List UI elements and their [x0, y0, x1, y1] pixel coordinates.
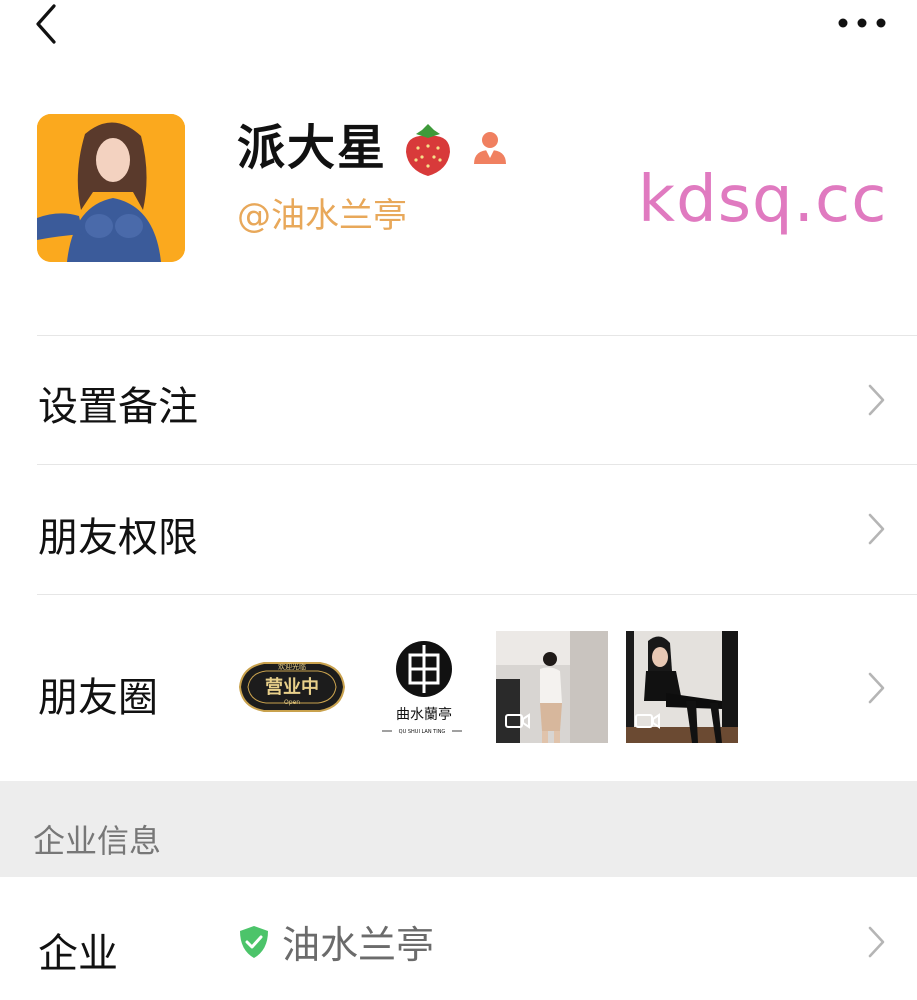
watermark-text: kdsq.cc — [638, 163, 888, 237]
video-photo — [496, 631, 608, 743]
chevron-right-icon — [868, 513, 885, 545]
company-name: 油水兰亭 — [282, 923, 435, 967]
section-title: 企业信息 — [33, 822, 162, 860]
open-sign-sub-text: Open — [284, 699, 300, 706]
open-sign-main-text: 营业中 — [265, 676, 319, 698]
back-button[interactable] — [32, 2, 68, 46]
set-remark-row[interactable]: 设置备注 — [0, 336, 917, 464]
set-remark-label: 设置备注 — [38, 384, 198, 430]
chevron-right-icon — [868, 672, 885, 704]
brand-logo-text: 曲水蘭亭 — [396, 706, 452, 723]
profile-handle: @油水兰亭 — [237, 196, 407, 236]
chevron-left-icon — [36, 4, 56, 44]
more-dots-icon — [838, 18, 886, 28]
chevron-right-icon — [868, 926, 885, 958]
friend-permissions-label: 朋友权限 — [38, 515, 198, 561]
chevron-right-icon — [868, 384, 885, 416]
moments-thumbnail[interactable]: 欢迎光临 营业中 Open — [236, 631, 348, 743]
moments-thumbnail[interactable]: 曲水蘭亭 QU SHUI LAN TING — [366, 631, 478, 743]
open-sign-top-text: 欢迎光临 — [278, 662, 306, 671]
friend-permissions-row[interactable]: 朋友权限 — [0, 465, 917, 594]
profile-name: 派大星 — [237, 120, 388, 176]
person-icon — [474, 132, 506, 164]
company-label: 企业 — [38, 931, 118, 977]
more-button[interactable] — [837, 12, 887, 34]
moments-label: 朋友圈 — [38, 675, 158, 721]
strawberry-icon — [406, 124, 450, 176]
avatar-image — [37, 114, 185, 262]
brand-logo-subtext: QU SHUI LAN TING — [399, 729, 446, 735]
open-sign-image: 欢迎光临 营业中 Open — [236, 631, 348, 743]
section-header: 企业信息 — [0, 781, 917, 877]
avatar[interactable] — [37, 114, 185, 262]
moments-video-thumbnail[interactable] — [496, 631, 608, 743]
brand-logo-image: 曲水蘭亭 QU SHUI LAN TING — [366, 631, 478, 743]
company-row[interactable]: 企业 — [0, 877, 917, 1000]
top-nav — [0, 0, 917, 60]
shield-check-icon — [240, 926, 268, 958]
video-photo — [626, 631, 738, 743]
moments-video-thumbnail[interactable] — [626, 631, 738, 743]
